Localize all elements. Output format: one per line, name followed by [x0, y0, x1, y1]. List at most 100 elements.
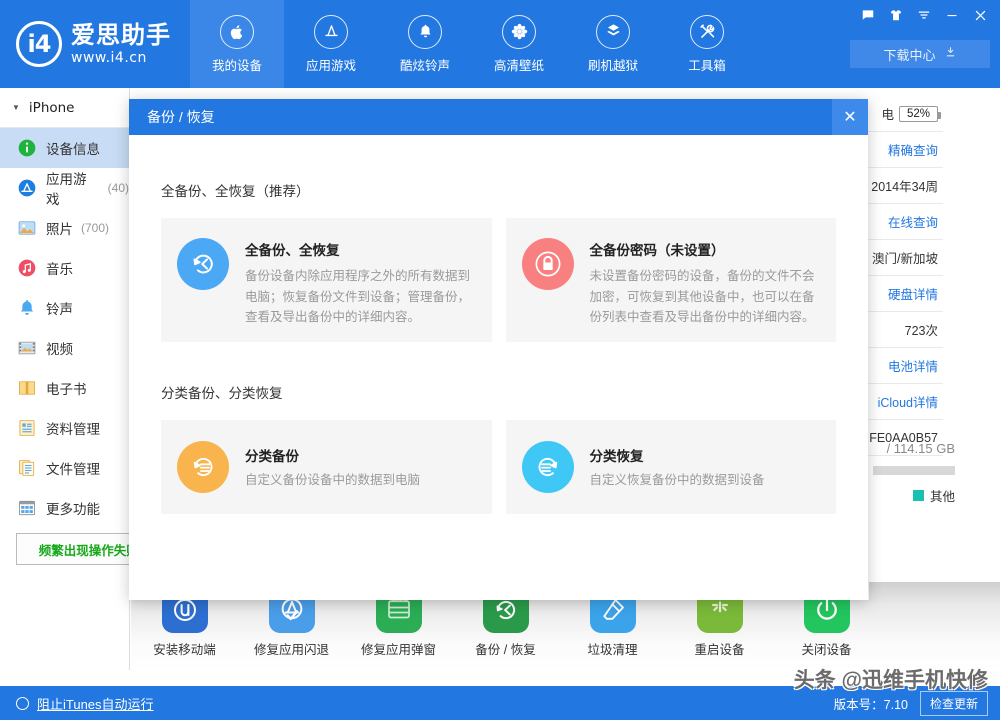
sidebar-item-videos[interactable]: 视频 — [0, 328, 129, 368]
sidebar-item-music[interactable]: 音乐 — [0, 248, 129, 288]
table-row: 723次 — [859, 312, 943, 348]
sidebar-item-label: 音乐 — [46, 258, 73, 278]
table-row[interactable]: 电池详情 — [859, 348, 943, 384]
card-heading: 全备份密码（未设置） — [590, 239, 821, 259]
apple-icon — [220, 15, 254, 49]
nav-my-device[interactable]: 我的设备 — [190, 0, 284, 88]
legend-swatch-icon — [913, 490, 924, 501]
section-title-full-backup: 全备份、全恢复（推荐） — [161, 180, 836, 200]
sidebar-item-photos[interactable]: 照片 (700) — [0, 208, 129, 248]
table-row[interactable]: 在线查询 — [859, 204, 943, 240]
device-name: iPhone — [29, 100, 75, 116]
sidebar-item-ebooks[interactable]: 电子书 — [0, 368, 129, 408]
card-category-backup[interactable]: 分类备份 自定义备份设备中的数据到电脑 — [161, 420, 492, 514]
modal-title: 备份 / 恢复 — [129, 107, 215, 127]
table-row[interactable]: iCloud详情 — [859, 384, 943, 420]
nav-label: 高清壁纸 — [494, 55, 544, 74]
download-center-label: 下载中心 — [883, 45, 935, 64]
nav-label: 应用游戏 — [306, 55, 356, 74]
download-center-button[interactable]: 下载中心 — [850, 40, 990, 68]
device-info-table: 电 52% 精确查询 2014年34周 在线查询 澳门/新加坡 硬盘详情 723… — [859, 96, 943, 456]
battery-badge: 52% — [899, 106, 938, 122]
status-bar-right: 版本号：7.10 检查更新 — [834, 691, 1000, 716]
full-backup-card-row: 全备份、全恢复 备份设备内除应用程序之外的所有数据到电脑；恢复备份文件到设备；管… — [161, 218, 836, 342]
sidebar-item-label: 资料管理 — [46, 418, 100, 438]
card-category-restore[interactable]: 分类恢复 自定义恢复备份中的数据到设备 — [506, 420, 837, 514]
section-title-category-backup: 分类备份、分类恢复 — [161, 382, 836, 402]
storage-legend-other: 其他 — [913, 486, 955, 505]
tool-label: 安装移动端 — [153, 639, 216, 658]
nav-wallpapers[interactable]: 高清壁纸 — [472, 0, 566, 88]
sidebar-item-count: (40) — [108, 181, 129, 195]
bell-icon — [16, 297, 38, 319]
itunes-block-toggle[interactable]: 阻止iTunes自动运行 — [0, 694, 154, 713]
table-row: 澳门/新加坡 — [859, 240, 943, 276]
card-description: 自定义恢复备份中的数据到设备 — [590, 470, 765, 491]
bell-icon — [408, 15, 442, 49]
music-icon — [16, 257, 38, 279]
logo-url: www.i4.cn — [71, 51, 171, 65]
category-backup-icon — [177, 441, 229, 493]
storage-total: / 114.15 GB — [887, 441, 955, 456]
battery-label: 电 — [881, 104, 894, 123]
tool-label: 修复应用闪退 — [254, 639, 329, 658]
nav-jailbreak[interactable]: 刷机越狱 — [566, 0, 660, 88]
legend-label: 其他 — [930, 486, 955, 505]
nav-toolbox[interactable]: 工具箱 — [660, 0, 754, 88]
nav-ringtones[interactable]: 酷炫铃声 — [378, 0, 472, 88]
sidebar-device-row[interactable]: ▼ iPhone — [0, 88, 129, 128]
app-logo: i4 爱思助手 www.i4.cn — [0, 0, 188, 88]
main-nav: 我的设备 应用游戏 酷炫铃声 高清壁纸 — [190, 0, 754, 88]
nav-label: 我的设备 — [212, 55, 262, 74]
table-row[interactable]: 精确查询 — [859, 132, 943, 168]
sidebar-item-label: 铃声 — [46, 298, 73, 318]
nav-apps-games[interactable]: 应用游戏 — [284, 0, 378, 88]
lock-icon — [522, 238, 574, 290]
card-backup-password[interactable]: 全备份密码（未设置） 未设置备份密码的设备，备份的文件不会加密，可恢复到其他设备… — [506, 218, 837, 342]
nav-label: 工具箱 — [688, 55, 726, 74]
chevron-down-icon[interactable]: ▼ — [12, 103, 20, 112]
card-description: 未设置备份密码的设备，备份的文件不会加密，可恢复到其他设备中，也可以在备份列表中… — [590, 266, 821, 328]
sidebar-item-device-info[interactable]: 设备信息 — [0, 128, 129, 168]
menu-icon[interactable] — [910, 2, 938, 28]
skin-icon[interactable] — [882, 2, 910, 28]
download-icon — [944, 46, 957, 62]
sidebar-item-more[interactable]: 更多功能 — [0, 488, 129, 528]
card-full-backup-restore[interactable]: 全备份、全恢复 备份设备内除应用程序之外的所有数据到电脑；恢复备份文件到设备；管… — [161, 218, 492, 342]
table-row: 2014年34周 — [859, 168, 943, 204]
table-row[interactable]: 硬盘详情 — [859, 276, 943, 312]
book-icon — [16, 377, 38, 399]
sidebar-item-label: 视频 — [46, 338, 73, 358]
backup-restore-modal: 备份 / 恢复 ✕ 全备份、全恢复（推荐） 全备份、全恢复 备份设备内除应用程序… — [129, 99, 868, 600]
appstore-icon — [16, 177, 38, 199]
more-icon — [16, 497, 38, 519]
tool-label: 备份 / 恢复 — [475, 639, 535, 658]
nav-label: 刷机越狱 — [588, 55, 638, 74]
sidebar-item-file-manage[interactable]: 文件管理 — [0, 448, 129, 488]
sidebar-item-apps-games[interactable]: 应用游戏 (40) — [0, 168, 129, 208]
window-controls — [854, 2, 994, 28]
nav-label: 酷炫铃声 — [400, 55, 450, 74]
info-icon — [16, 137, 38, 159]
feedback-icon[interactable] — [854, 2, 882, 28]
card-description: 自定义备份设备中的数据到电脑 — [245, 470, 420, 491]
category-backup-card-row: 分类备份 自定义备份设备中的数据到电脑 分类恢复 自定义恢复备份中的数据到设备 — [161, 420, 836, 514]
tools-icon — [690, 15, 724, 49]
appstore-icon — [314, 15, 348, 49]
video-icon — [16, 337, 38, 359]
table-row: 电 52% — [859, 96, 943, 132]
minimize-icon[interactable] — [938, 2, 966, 28]
sidebar-item-data-manage[interactable]: 资料管理 — [0, 408, 129, 448]
status-bar: 阻止iTunes自动运行 版本号：7.10 检查更新 — [0, 686, 1000, 720]
sidebar: ▼ iPhone 设备信息 应用游戏 (40) 照片 (700) — [0, 88, 130, 670]
check-update-button[interactable]: 检查更新 — [920, 691, 988, 716]
close-icon[interactable]: ✕ — [832, 99, 868, 135]
tool-label: 重启设备 — [694, 639, 744, 658]
i4-logo-icon: i4 — [16, 21, 62, 67]
sidebar-item-ringtones[interactable]: 铃声 — [0, 288, 129, 328]
close-icon[interactable] — [966, 2, 994, 28]
card-heading: 全备份、全恢复 — [245, 239, 476, 259]
data-manage-icon — [16, 417, 38, 439]
sidebar-item-label: 更多功能 — [46, 498, 100, 518]
radio-icon[interactable] — [16, 697, 29, 710]
